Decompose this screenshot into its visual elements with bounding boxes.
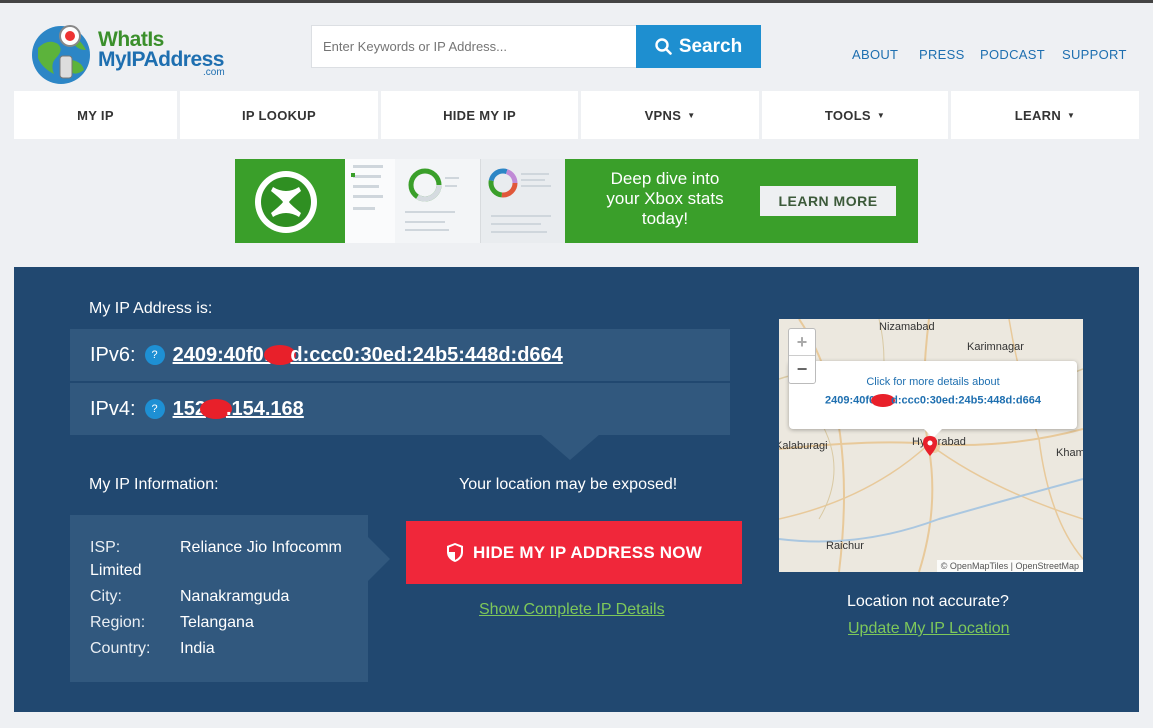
ad-chart-screenshot <box>480 159 565 243</box>
popup-ip-prefix: 2409:40f0 <box>825 394 876 407</box>
ipv6-row: IPv6: ? 2409:40f0: d:ccc0:30ed:24b5:448d:… <box>70 329 730 381</box>
help-icon[interactable]: ? <box>144 399 165 419</box>
search-input-wrapper[interactable] <box>311 25 636 68</box>
my-ip-heading: My IP Address is: <box>89 300 213 317</box>
nav-hide-my-ip-label: HIDE MY IP <box>443 107 516 123</box>
map-city-label: Kham <box>1056 447 1083 459</box>
nav-learn[interactable]: LEARN ▼ <box>951 91 1139 139</box>
ipv6-prefix: 2409:40f0: <box>172 343 271 366</box>
map-popup[interactable]: Click for more details about 2409:40f0 d:… <box>789 361 1077 429</box>
nav-ip-lookup[interactable]: IP LOOKUP <box>180 91 378 139</box>
logo-wordmark: WhatIs MyIPAddress <box>98 29 225 70</box>
dropdown-caret-icon: ▼ <box>1067 110 1076 120</box>
search-button[interactable]: Search <box>636 25 761 68</box>
info-box-arrow <box>368 537 390 581</box>
ad-text: Deep dive into your Xbox stats today! <box>606 169 724 228</box>
logo-com: .com <box>203 67 225 78</box>
ip-box-pointer <box>540 434 600 460</box>
zoom-in-button[interactable]: + <box>789 329 815 356</box>
location-warning: Your location may be exposed! <box>459 476 678 493</box>
country-label: Country: <box>90 640 151 657</box>
ipv4-row: IPv4: ? 152.154.168 <box>70 383 730 435</box>
isp-value-cont: Limited <box>90 562 142 579</box>
popup-ip[interactable]: 2409:40f0 d:ccc0:30ed:24b5:448d:d664 <box>789 394 1077 407</box>
search-input[interactable] <box>323 26 636 67</box>
location-pin-icon[interactable] <box>923 436 937 456</box>
ip-info-panel: My IP Address is: IPv6: ? 2409:40f0: d:cc… <box>14 267 1139 712</box>
xbox-logo-icon <box>255 171 317 233</box>
xbox-ad-banner[interactable]: Deep dive into your Xbox stats today! LE… <box>235 159 918 243</box>
show-ip-details-link[interactable]: Show Complete IP Details <box>479 601 665 619</box>
globe-logo-icon <box>32 25 90 84</box>
ipv4-suffix: .154.168 <box>225 397 304 420</box>
location-map[interactable]: Nizamabad Karimnagar Kalaburagi Hyderaba… <box>779 319 1083 572</box>
city-label: City: <box>90 588 122 605</box>
city-value: Nanakramguda <box>180 588 290 605</box>
search-icon <box>655 38 672 55</box>
top-link-about[interactable]: ABOUT <box>852 47 898 62</box>
isp-value: Reliance Jio Infocomm <box>180 539 342 556</box>
map-city-label: Raichur <box>826 540 864 552</box>
ipv6-suffix: d:ccc0:30ed:24b5:448d:d664 <box>290 343 563 366</box>
region-label: Region: <box>90 614 146 631</box>
top-link-press[interactable]: PRESS <box>919 47 965 62</box>
ip-info-box: ISP: Reliance Jio Infocomm Limited City: N… <box>70 515 368 682</box>
location-not-accurate: Location not accurate? <box>847 593 1009 610</box>
main-nav: MY IP IP LOOKUP HIDE MY IP VPNS ▼ TOOLS ▼ … <box>14 91 1139 139</box>
update-location-link[interactable]: Update My IP Location <box>848 620 1010 638</box>
dropdown-caret-icon: ▼ <box>687 110 696 120</box>
popup-ip-suffix: d:ccc0:30ed:24b5:448d:d664 <box>891 394 1041 407</box>
map-city-label: Karimnagar <box>967 341 1024 353</box>
nav-learn-label: LEARN <box>1014 107 1062 123</box>
dropdown-caret-icon: ▼ <box>876 110 886 120</box>
top-border <box>0 0 1153 3</box>
nav-vpns-label: VPNS <box>644 107 682 123</box>
ip-info-heading: My IP Information: <box>89 476 219 493</box>
top-link-support[interactable]: SUPPORT <box>1062 47 1127 62</box>
ad-learn-more-button[interactable]: LEARN MORE <box>760 186 896 216</box>
ipv4-label: IPv4: <box>90 397 136 420</box>
hide-my-ip-label: HIDE MY IP ADDRESS NOW <box>473 542 702 562</box>
map-attribution[interactable]: © OpenMapTiles | OpenStreetMap <box>936 560 1083 572</box>
map-city-label: Kalaburagi <box>779 440 828 452</box>
popup-title: Click for more details about <box>866 376 1000 388</box>
nav-vpns[interactable]: VPNS ▼ <box>581 91 759 139</box>
country-value: India <box>180 640 215 657</box>
ipv4-address-link[interactable]: 152.154.168 <box>173 398 304 421</box>
zoom-out-button[interactable]: − <box>789 356 815 383</box>
nav-my-ip-label: MY IP <box>77 107 114 123</box>
help-icon[interactable]: ? <box>144 345 165 365</box>
nav-tools-label: TOOLS <box>824 107 871 123</box>
ip-address-box: IPv6: ? 2409:40f0: d:ccc0:30ed:24b5:448d:… <box>70 329 730 435</box>
hide-my-ip-button[interactable]: HIDE MY IP ADDRESS NOW <box>406 521 742 584</box>
shield-icon <box>447 543 464 562</box>
top-link-podcast[interactable]: PODCAST <box>980 47 1045 62</box>
ipv6-address-link[interactable]: 2409:40f0: d:ccc0:30ed:24b5:448d:d664 <box>173 344 563 367</box>
site-logo[interactable]: WhatIs MyIPAddress .com <box>28 20 228 86</box>
nav-my-ip[interactable]: MY IP <box>14 91 177 139</box>
map-zoom-control: + − <box>788 328 816 384</box>
search-button-label: Search <box>678 35 743 57</box>
nav-ip-lookup-label: IP LOOKUP <box>242 107 316 123</box>
nav-hide-my-ip[interactable]: HIDE MY IP <box>381 91 578 139</box>
region-value: Telangana <box>180 614 254 631</box>
map-city-label: Nizamabad <box>879 321 935 333</box>
nav-tools[interactable]: TOOLS ▼ <box>762 91 948 139</box>
ipv6-label: IPv6: <box>90 343 136 366</box>
